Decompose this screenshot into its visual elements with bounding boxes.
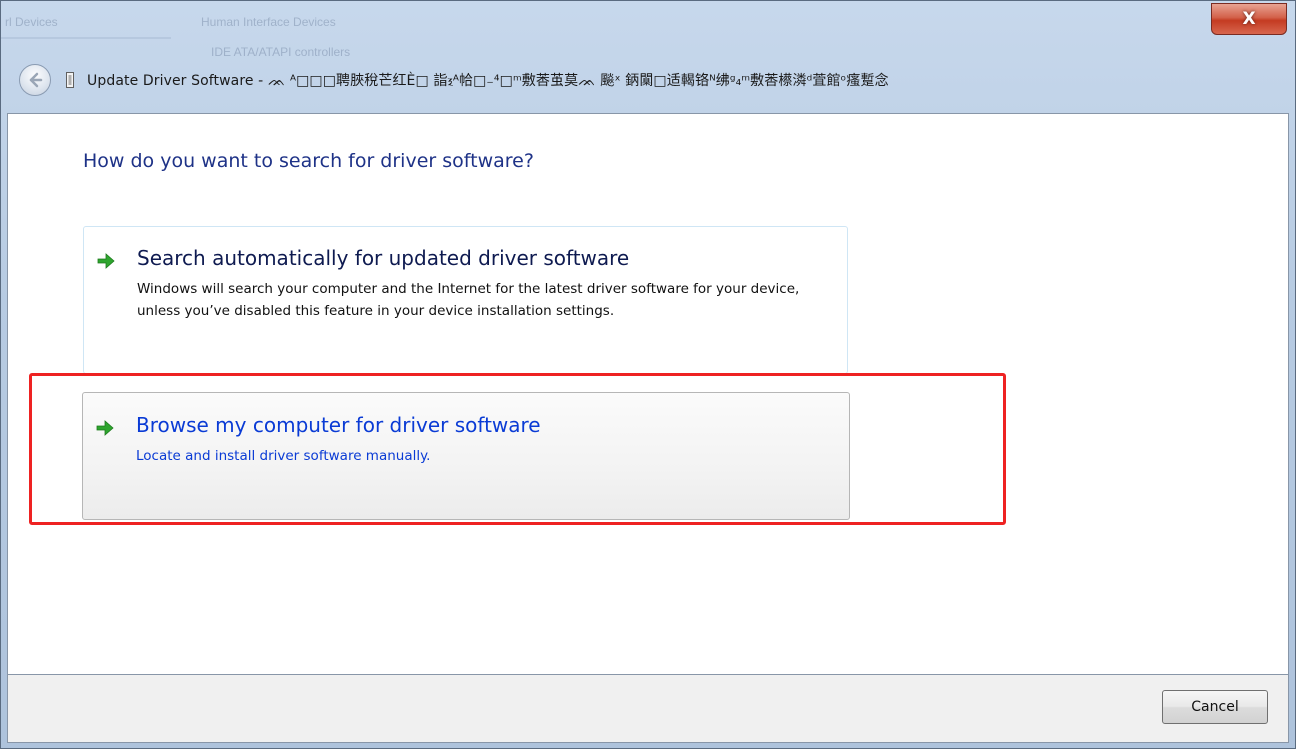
back-button[interactable] (19, 64, 51, 96)
cancel-button[interactable]: Cancel (1162, 690, 1268, 724)
window-title: Update Driver Software - ᨏ ᴬ□□□聘脥稅芒红È□ 詣… (87, 73, 889, 89)
ghost-bar (1, 37, 171, 39)
update-driver-window: rl Devices Human Interface Devices IDE A… (0, 0, 1296, 749)
search-automatically-description: Windows will search your computer and th… (137, 278, 837, 322)
green-arrow-icon (96, 420, 114, 436)
ghost-line-2: IDE ATA/ATAPI controllers (211, 45, 351, 59)
ghost-line-1: Human Interface Devices (201, 15, 336, 29)
close-button[interactable]: X (1211, 3, 1287, 35)
device-icon (65, 72, 75, 88)
back-arrow-icon (29, 72, 43, 88)
browse-computer-description: Locate and install driver software manua… (136, 448, 431, 464)
search-automatically-description-text: Windows will search your computer and th… (137, 281, 800, 319)
command-bar: Cancel (7, 675, 1289, 743)
browse-computer-option[interactable]: Browse my computer for driver software L… (82, 392, 850, 520)
title-bar: Update Driver Software - ᨏ ᴬ□□□聘脥稅芒红È□ 詣… (19, 61, 889, 99)
search-automatically-title: Search automatically for updated driver … (137, 246, 630, 270)
green-arrow-icon (97, 253, 115, 269)
close-icon: X (1242, 8, 1256, 29)
search-automatically-option[interactable]: Search automatically for updated driver … (83, 226, 848, 374)
ghost-text-left: rl Devices (5, 15, 58, 29)
page-heading: How do you want to search for driver sof… (83, 150, 534, 172)
content-panel: How do you want to search for driver sof… (7, 113, 1289, 675)
browse-computer-title: Browse my computer for driver software (136, 413, 541, 437)
